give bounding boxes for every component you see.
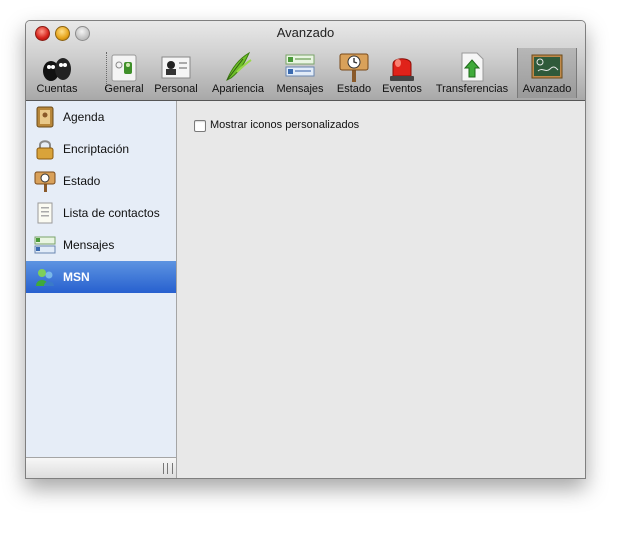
transfers-icon: [461, 52, 484, 82]
toolbar-label: Eventos: [382, 83, 422, 95]
sidebar-item-encriptacion[interactable]: Encriptación: [26, 133, 176, 165]
sidebar-footer: [26, 457, 176, 478]
general-icon: [111, 54, 137, 82]
sidebar-item-label: Mensajes: [63, 238, 115, 252]
status-sign-icon: [339, 53, 369, 82]
messages-icon: [285, 54, 315, 77]
toolbar-label: General: [104, 83, 144, 95]
toolbar-label: Transferencias: [435, 83, 509, 95]
sidebar-item-agenda[interactable]: Agenda: [26, 101, 176, 133]
resize-handle-icon[interactable]: [163, 463, 173, 474]
events-siren-icon: [390, 58, 414, 81]
toolbar-item-personal[interactable]: Personal: [150, 48, 202, 98]
toolbar-label: Avanzado: [522, 83, 572, 95]
padlock-icon: [36, 140, 54, 160]
personal-icon: [161, 56, 191, 79]
accounts-icon: [43, 58, 71, 81]
address-book-icon: [36, 106, 54, 128]
toolbar-item-general[interactable]: General: [102, 48, 146, 98]
toolbar-label: Mensajes: [276, 83, 324, 95]
toolbar-label: Estado: [336, 83, 372, 95]
toolbar-item-eventos[interactable]: Eventos: [379, 48, 425, 98]
sidebar-item-label: Encriptación: [63, 142, 130, 156]
toolbar-item-mensajes[interactable]: Mensajes: [274, 48, 326, 98]
sidebar-item-msn[interactable]: MSN: [26, 261, 176, 293]
toolbar-label: Personal: [154, 83, 198, 95]
advanced-chalkboard-icon: [531, 54, 563, 79]
status-sign-icon: [34, 171, 56, 192]
settings-pane: Mostrar iconos personalizados: [177, 101, 585, 478]
toolbar-label: Apariencia: [212, 83, 264, 95]
sidebar-item-label: Agenda: [63, 110, 105, 124]
toolbar-label: Cuentas: [36, 83, 78, 95]
sidebar-item-lista-de-contactos[interactable]: Lista de contactos: [26, 197, 176, 229]
toolbar-item-estado[interactable]: Estado: [332, 48, 376, 98]
sidebar-item-label: Estado: [63, 174, 101, 188]
toolbar-item-avanzado[interactable]: Avanzado: [517, 48, 577, 98]
sidebar-item-estado[interactable]: Estado: [26, 165, 176, 197]
show-custom-icons-label[interactable]: Mostrar iconos personalizados: [210, 119, 359, 131]
toolbar-item-apariencia[interactable]: Apariencia: [207, 48, 269, 98]
messages-icon: [34, 236, 56, 254]
sidebar-item-mensajes[interactable]: Mensajes: [26, 229, 176, 261]
toolbar: Avanzado Cuentas General Personal Aparie…: [26, 21, 585, 101]
contact-list-icon: [37, 202, 53, 224]
msn-buddies-icon: [36, 269, 54, 286]
sidebar-item-label: Lista de contactos: [63, 206, 160, 220]
preferences-window: Avanzado Cuentas General Personal Aparie…: [25, 20, 586, 479]
toolbar-item-cuentas[interactable]: Cuentas: [26, 48, 88, 98]
window-title: Avanzado: [276, 25, 335, 40]
show-custom-icons-checkbox[interactable]: [194, 120, 206, 132]
appearance-quill-icon: [226, 51, 252, 82]
toolbar-item-transferencias[interactable]: Transferencias: [430, 48, 514, 98]
sidebar: Agenda Encriptación Estado Lista de cont…: [26, 101, 177, 478]
sidebar-item-label: MSN: [63, 270, 90, 284]
